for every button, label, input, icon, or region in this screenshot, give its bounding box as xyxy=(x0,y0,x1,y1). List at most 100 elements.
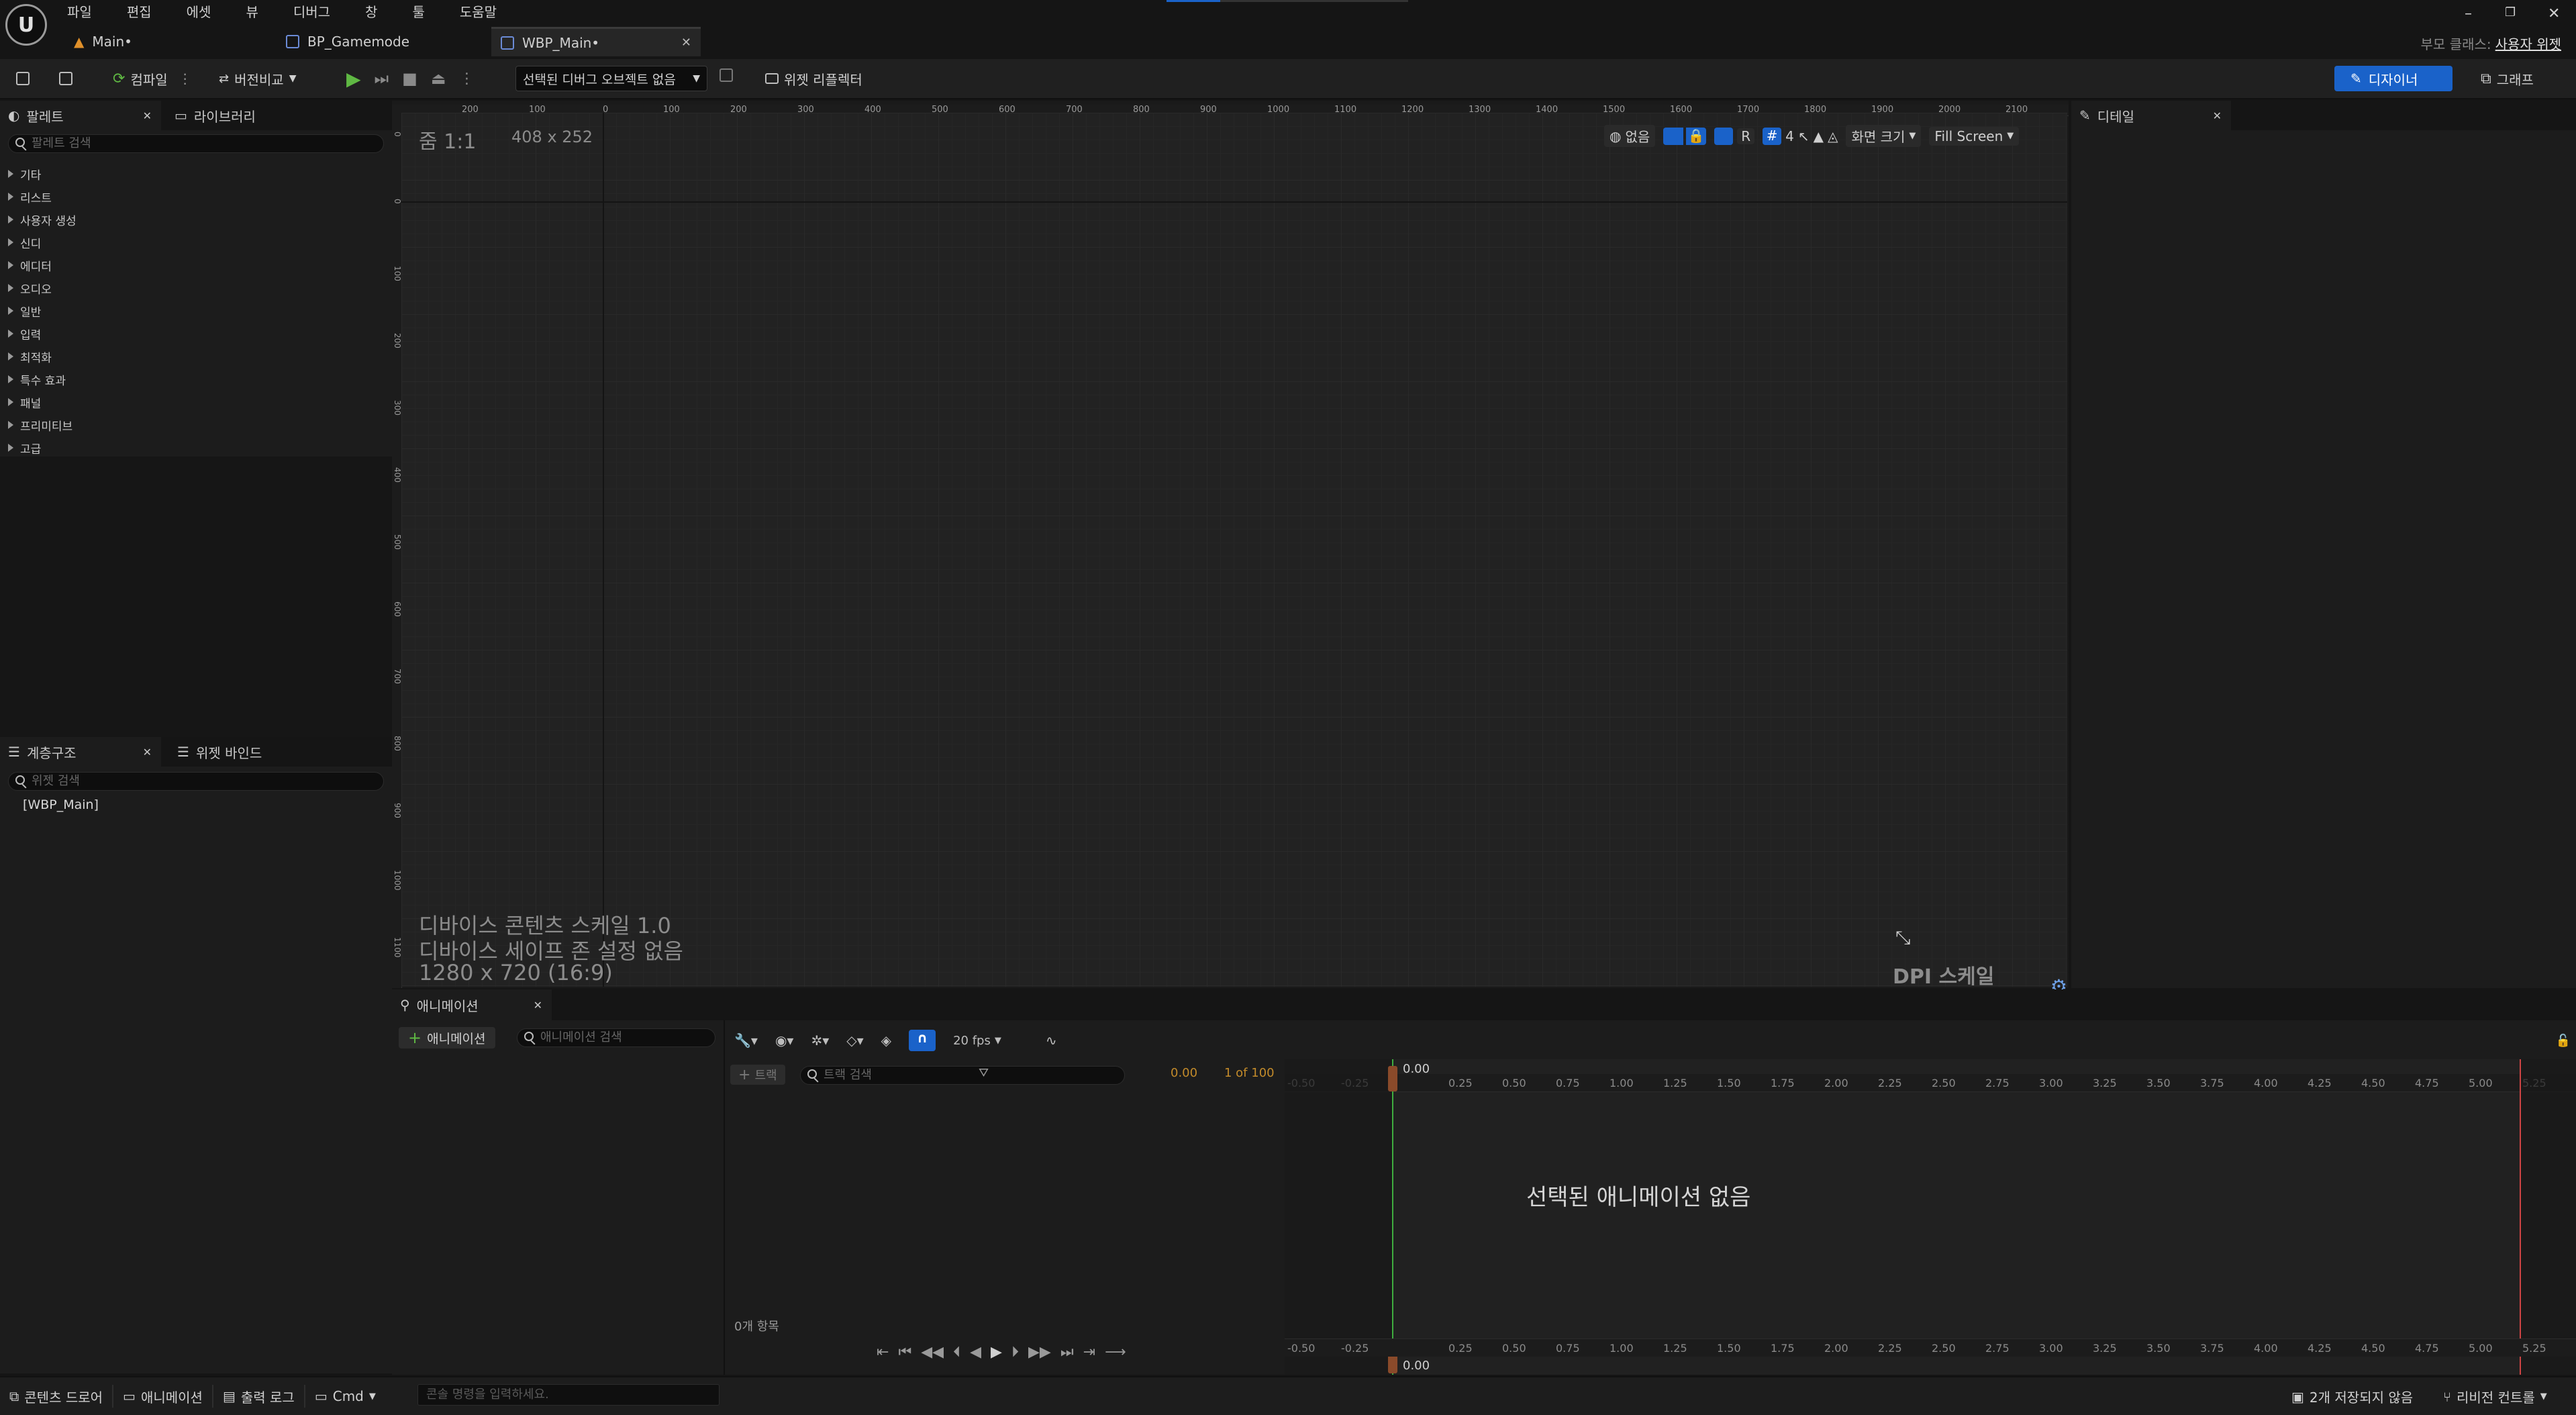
settings-icon[interactable]: ✲▾ xyxy=(811,1032,829,1048)
browse-button[interactable] xyxy=(59,65,72,92)
jump-end-icon[interactable]: ⇥ xyxy=(1083,1344,1095,1361)
localization-button[interactable]: ◍ 없음 xyxy=(1604,125,1656,147)
category-item[interactable]: 오디오 xyxy=(0,277,392,299)
render-transform-toggle[interactable]: R xyxy=(1737,128,1755,144)
menu-debug[interactable]: 디버그 xyxy=(293,1,330,21)
next-frame-icon[interactable]: ⏭ xyxy=(1060,1344,1074,1361)
category-item[interactable]: 최적화 xyxy=(0,345,392,368)
add-track-button[interactable]: + 트랙 xyxy=(730,1065,785,1085)
animation-search-input[interactable]: 애니메이션 검색 xyxy=(517,1028,715,1047)
resize-icon[interactable]: ⤡ xyxy=(1895,926,1910,949)
lock-icon[interactable]: 🔓 xyxy=(2556,1034,2571,1048)
menu-edit[interactable]: 편집 xyxy=(127,1,152,21)
stop-icon[interactable]: ■ xyxy=(402,69,417,88)
close-tab-icon[interactable]: ✕ xyxy=(2213,109,2222,122)
cmd-select[interactable]: ▭ Cmd ▼ xyxy=(315,1388,376,1404)
eject-icon[interactable]: ⏏ xyxy=(431,69,446,88)
tab-palette[interactable]: ◐ 팔레트 ✕ xyxy=(0,101,161,130)
image-icon[interactable]: ▲ xyxy=(1814,128,1824,144)
filter-icon[interactable]: ⛛ xyxy=(979,1066,989,1080)
tab-wbp-main[interactable]: WBP_Main• ✕ xyxy=(491,27,701,56)
hierarchy-root-item[interactable]: [WBP_Main] xyxy=(23,797,99,812)
snap-icon[interactable]: ∩ xyxy=(909,1030,936,1051)
close-tab-icon[interactable]: ✕ xyxy=(143,746,152,759)
key-icon[interactable]: ◇▾ xyxy=(846,1032,863,1048)
add-animation-button[interactable]: + 애니메이션 xyxy=(399,1027,495,1048)
auto-key-icon[interactable]: ◈ xyxy=(881,1032,891,1048)
tab-library[interactable]: ▭ 라이브러리 xyxy=(161,102,256,129)
tab-animation[interactable]: ⚲ 애니메이션 ✕ xyxy=(392,989,552,1020)
wrench-icon[interactable]: 🔧▾ xyxy=(734,1032,758,1048)
diff-button[interactable]: ⇄ 버전비교 ▼ xyxy=(219,65,296,92)
playback-end-marker[interactable] xyxy=(2520,1059,2521,1375)
play-reverse-icon[interactable]: ◀ xyxy=(970,1344,981,1361)
hierarchy-search-input[interactable]: 위젯 검색 xyxy=(8,772,384,791)
compile-options-icon[interactable]: ⋮ xyxy=(179,70,192,87)
category-item[interactable]: 입력 xyxy=(0,322,392,345)
mountain-icon[interactable]: ◬ xyxy=(1828,128,1838,144)
category-item[interactable]: 에디터 xyxy=(0,254,392,277)
palette-search-input[interactable]: 팔레트 검색 xyxy=(8,134,384,153)
category-item[interactable]: 기타 xyxy=(0,162,392,185)
unsaved-button[interactable]: ▣ 2개 저장되지 않음 xyxy=(2291,1387,2413,1406)
prev-frame-icon[interactable]: ◀◀ xyxy=(921,1344,944,1361)
console-input[interactable]: 콘솔 명령을 입력하세요. xyxy=(417,1384,720,1406)
minimize-icon[interactable]: – xyxy=(2465,5,2472,22)
restore-icon[interactable]: ❐ xyxy=(2505,5,2516,19)
respect-locks-toggle[interactable]: 🔒 xyxy=(1663,127,1707,145)
graph-button[interactable]: ⧉ 그래프 xyxy=(2481,65,2534,92)
step-forward-icon[interactable]: ⏵ xyxy=(1011,1344,1019,1361)
prev-key-icon[interactable]: ⏮ xyxy=(898,1344,911,1361)
jump-start-icon[interactable]: ⇤ xyxy=(877,1344,889,1361)
menu-file[interactable]: 파일 xyxy=(67,1,92,21)
tab-widget-bindings[interactable]: ☰ 위젯 바인드 xyxy=(161,738,262,765)
category-item[interactable]: 사용자 생성 xyxy=(0,208,392,231)
play-icon[interactable]: ▶ xyxy=(991,1344,1002,1361)
debug-browse-icon[interactable] xyxy=(720,68,733,85)
menu-asset[interactable]: 에셋 xyxy=(187,1,211,21)
play-icon[interactable]: ▶ xyxy=(346,68,361,90)
menu-view[interactable]: 뷰 xyxy=(246,1,258,21)
designer-canvas[interactable]: 줌 1:1 408 x 252 ◍ 없음 🔒 R # 4 ↖ ▲ ◬ 화면 크기… xyxy=(401,113,2067,1013)
grid-snap-value[interactable]: 4 xyxy=(1785,128,1794,144)
track-search-input[interactable]: 트랙 검색 xyxy=(800,1066,1125,1085)
eye-icon[interactable]: ◉▾ xyxy=(775,1032,794,1048)
category-item[interactable]: 리스트 xyxy=(0,185,392,208)
content-drawer-button[interactable]: ⧉ 콘텐츠 드로어 xyxy=(9,1387,103,1406)
step-icon[interactable]: ⏭ xyxy=(375,69,389,88)
tab-main[interactable]: ▲ Main• xyxy=(64,27,266,56)
playhead-handle[interactable] xyxy=(1388,1066,1397,1091)
compile-button[interactable]: ⟳ 컴파일 ⋮ xyxy=(113,65,192,92)
designer-button[interactable]: ✎ 디자이너 xyxy=(2334,66,2453,91)
curve-editor-icon[interactable]: ∿ xyxy=(1046,1032,1057,1048)
menu-help[interactable]: 도움말 xyxy=(460,1,497,21)
category-item[interactable]: 패널 xyxy=(0,391,392,413)
category-item[interactable]: 프리미티브 xyxy=(0,413,392,436)
unreal-logo-icon[interactable]: U xyxy=(5,4,47,46)
tab-bp-gamemode[interactable]: BP_Gamemode xyxy=(277,27,491,56)
debug-object-select[interactable]: 선택된 디버그 오브젝트 없음 ▼ xyxy=(515,66,707,91)
menu-tools[interactable]: 툴 xyxy=(412,1,424,21)
layout-mode-icon[interactable] xyxy=(1714,127,1734,145)
screen-size-select[interactable]: 화면 크기 ▼ xyxy=(1846,125,1922,147)
close-tab-icon[interactable]: ✕ xyxy=(143,109,152,122)
category-item[interactable]: 일반 xyxy=(0,299,392,322)
revision-control-button[interactable]: ⑂ 리비전 컨트롤 ▼ xyxy=(2443,1387,2547,1406)
tab-hierarchy[interactable]: ☰ 계층구조 ✕ xyxy=(0,737,161,767)
timeline[interactable]: -0.50 -0.25 0.25 0.50 0.75 1.00 1.25 1.5… xyxy=(1285,1059,2576,1375)
animation-drawer-button[interactable]: ▭ 애니메이션 xyxy=(123,1387,203,1406)
output-log-button[interactable]: ▤ 출력 로그 xyxy=(223,1387,295,1406)
category-item[interactable]: 특수 효과 xyxy=(0,368,392,391)
current-time-value[interactable]: 0.00 xyxy=(1171,1066,1197,1080)
grid-snap-icon[interactable]: # xyxy=(1763,127,1782,145)
widget-reflector-button[interactable]: 위젯 리플렉터 xyxy=(765,65,862,92)
play-options-icon[interactable]: ⋮ xyxy=(460,70,475,87)
category-item[interactable]: 신디 xyxy=(0,231,392,254)
tab-details[interactable]: ✎ 디테일 ✕ xyxy=(2071,101,2231,130)
next-key-icon[interactable]: ▶▶ xyxy=(1028,1344,1051,1361)
close-tab-icon[interactable]: ✕ xyxy=(534,999,542,1012)
close-tab-icon[interactable]: ✕ xyxy=(681,36,691,50)
fill-mode-select[interactable]: Fill Screen ▼ xyxy=(1929,126,2020,146)
close-window-icon[interactable]: ✕ xyxy=(2548,5,2560,22)
playback-start-marker[interactable] xyxy=(1392,1059,1393,1375)
